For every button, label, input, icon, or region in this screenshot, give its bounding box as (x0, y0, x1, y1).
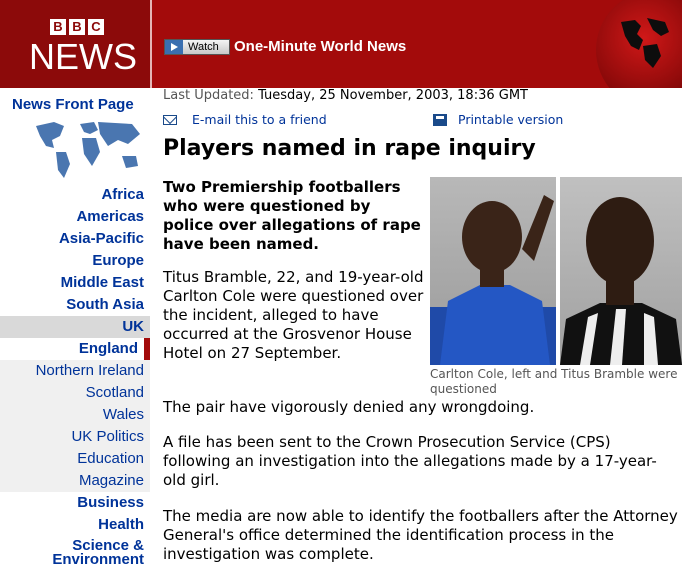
news-logo-text: NEWS (29, 36, 137, 77)
photo-carlton-cole (430, 177, 556, 365)
article-headline: Players named in rape inquiry (163, 136, 536, 161)
sidebar-item-wales[interactable]: Wales (0, 404, 150, 426)
player-right-silhouette (560, 197, 682, 365)
email-link[interactable]: E-mail this to a friend (163, 112, 327, 127)
masthead: B B C NEWS Watch One-Minute World News (0, 0, 682, 88)
sidebar-item-education[interactable]: Education (0, 448, 150, 470)
sidebar-item-middle-east[interactable]: Middle East (0, 272, 150, 294)
article-paragraph: A file has been sent to the Crown Prosec… (163, 433, 657, 489)
sidebar-item-scotland[interactable]: Scotland (0, 382, 150, 404)
sidebar-item-science-environment[interactable]: Science & Environment (0, 536, 150, 566)
play-icon (165, 40, 183, 54)
print-label: Printable version (458, 112, 564, 127)
bbc-letter-b2: B (69, 19, 85, 35)
last-updated: Last Updated: Tuesday, 25 November, 2003… (163, 88, 528, 103)
news-front-page-link[interactable]: News Front Page (12, 96, 134, 113)
article-intro: Two Premiership footballers who were que… (163, 178, 421, 253)
article-paragraph: The pair have vigorously denied any wron… (163, 398, 535, 416)
player-left-silhouette (430, 195, 556, 365)
envelope-icon (163, 115, 177, 125)
printer-icon (433, 113, 447, 126)
sidebar-item-uk[interactable]: UK (0, 316, 150, 338)
printable-version-link[interactable]: Printable version (433, 112, 563, 127)
sidebar-item-uk-politics[interactable]: UK Politics (0, 426, 150, 448)
globe-land-icon (621, 18, 669, 68)
sidebar-item-africa[interactable]: Africa (0, 184, 150, 206)
last-updated-label: Last Updated: (163, 88, 254, 103)
sidebar-item-magazine[interactable]: Magazine (0, 470, 150, 492)
sidebar: News Front Page Africa Americas Asia-Pacif… (0, 88, 150, 566)
bbc-letter-b1: B (50, 19, 66, 35)
one-minute-world-news-link[interactable]: One-Minute World News (234, 38, 406, 55)
email-label: E-mail this to a friend (192, 112, 327, 127)
last-updated-date: Tuesday, 25 November, 2003, 18:36 GMT (258, 88, 528, 103)
article-photo (430, 177, 682, 365)
sidebar-item-health[interactable]: Health (0, 514, 150, 536)
sidebar-item-england[interactable]: England (0, 338, 150, 360)
photo-titus-bramble (560, 177, 682, 365)
sidebar-item-americas[interactable]: Americas (0, 206, 150, 228)
sidebar-item-europe[interactable]: Europe (0, 250, 150, 272)
world-map-icon (36, 122, 140, 178)
bbc-blocks: B B C (50, 19, 104, 35)
bbc-letter-c: C (88, 19, 104, 35)
sidebar-nav: Africa Americas Asia-Pacific Europe Middle E… (0, 184, 150, 566)
photo-caption: Carlton Cole, left and Titus Bramble wer… (430, 367, 678, 396)
sidebar-item-south-asia[interactable]: South Asia (0, 294, 150, 316)
bbc-news-logo[interactable]: B B C NEWS (0, 0, 150, 88)
watch-label: Watch (188, 41, 219, 53)
watch-button[interactable]: Watch (164, 39, 230, 55)
article-paragraph: Titus Bramble, 22, and 19-year-old Carlt… (163, 268, 424, 362)
sidebar-item-business[interactable]: Business (0, 492, 150, 514)
sidebar-item-asia-pacific[interactable]: Asia-Pacific (0, 228, 150, 250)
sidebar-item-northern-ireland[interactable]: Northern Ireland (0, 360, 150, 382)
article-paragraph: The media are now able to identify the f… (163, 507, 678, 563)
header-divider (150, 0, 152, 88)
